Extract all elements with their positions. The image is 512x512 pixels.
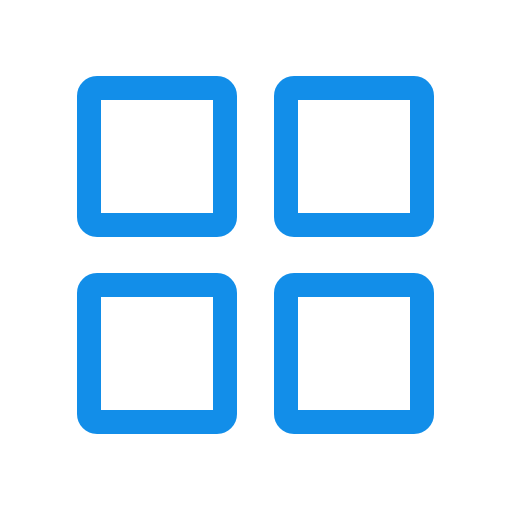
grid-tile-top-left: [77, 76, 237, 237]
grid-view-icon: [77, 76, 434, 434]
grid-tile-bottom-left: [77, 273, 237, 434]
icon-canvas: [0, 0, 512, 512]
grid-tile-top-right: [274, 76, 434, 237]
grid-tile-bottom-right: [274, 273, 434, 434]
